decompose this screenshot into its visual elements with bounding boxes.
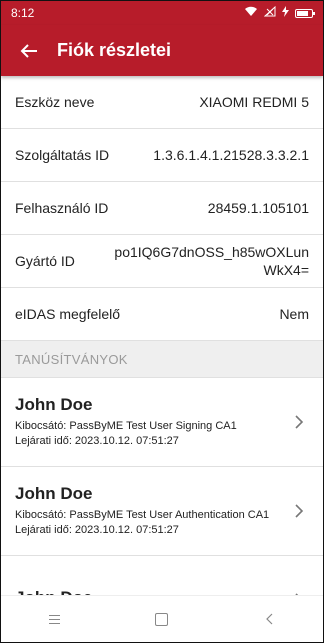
chevron-right-icon <box>289 409 309 435</box>
back-triangle-icon <box>266 613 273 625</box>
account-details: Eszköz neve XIAOMI REDMI 5 Szolgáltatás … <box>1 76 323 596</box>
certificate-expiry: Lejárati idő: 2023.10.12. 07:51:27 <box>15 524 179 536</box>
wifi-icon <box>244 6 258 20</box>
status-icons <box>244 5 315 20</box>
detail-label: Felhasználó ID <box>15 200 109 216</box>
certificate-name: John Doe <box>15 395 93 414</box>
detail-row-user-id: Felhasználó ID 28459.1.105101 <box>1 182 323 235</box>
battery-icon <box>295 8 315 18</box>
charging-icon <box>282 6 289 20</box>
certificate-expiry: Lejárati idő: 2023.10.12. 07:51:27 <box>15 435 179 447</box>
certificate-issuer: Kibocsátó: PassByME Test User Signing CA… <box>15 420 237 432</box>
certificate-name: John Doe <box>15 484 93 503</box>
detail-row-service-id: Szolgáltatás ID 1.3.6.1.4.1.21528.3.3.2.… <box>1 129 323 182</box>
system-nav-bar <box>1 595 323 642</box>
chevron-right-icon <box>289 498 309 524</box>
recents-button[interactable] <box>25 599 85 639</box>
certificate-item[interactable]: John Doe Kibocsátó: PassByME Test User S… <box>1 378 323 467</box>
arrow-left-icon <box>20 43 37 58</box>
detail-label: Gyártó ID <box>15 253 75 269</box>
detail-value: XIAOMI REDMI 5 <box>199 94 309 110</box>
status-time: 8:12 <box>11 6 35 20</box>
app-bar: Fiók részletei <box>1 25 323 76</box>
page-title: Fiók részletei <box>57 40 172 60</box>
certificate-item[interactable]: John Doe Kibocsátó: PassByME Test User A… <box>1 467 323 556</box>
certificates-section-header: TANÚSÍTVÁNYOK <box>1 341 323 378</box>
phone-screen: 8:12 Fiók részletei Eszköz neve XIAOMI R… <box>0 0 324 643</box>
detail-value: 28459.1.105101 <box>207 200 309 216</box>
home-icon <box>155 612 169 626</box>
system-back-button[interactable] <box>239 599 299 639</box>
detail-row-device-name: Eszköz neve XIAOMI REDMI 5 <box>1 76 323 129</box>
detail-value: 1.3.6.1.4.1.21528.3.3.2.1 <box>153 147 309 163</box>
detail-label: eIDAS megfelelő <box>15 306 121 322</box>
back-button[interactable] <box>1 25 57 76</box>
certificate-item[interactable]: John Doe <box>1 556 323 596</box>
detail-row-eidas: eIDAS megfelelő Nem <box>1 288 323 341</box>
certificate-issuer: Kibocsátó: PassByME Test User Authentica… <box>15 509 270 521</box>
status-bar: 8:12 <box>1 1 323 25</box>
signal-icon <box>263 5 276 20</box>
detail-row-vendor-id: Gyártó ID po1IQ6G7dnOSS_h85wOXLunWkX4= <box>1 235 323 288</box>
home-button[interactable] <box>132 599 192 639</box>
detail-label: Eszköz neve <box>15 94 95 110</box>
detail-label: Szolgáltatás ID <box>15 147 110 163</box>
detail-value: po1IQ6G7dnOSS_h85wOXLunWkX4= <box>114 244 309 278</box>
menu-icon <box>49 614 61 624</box>
detail-value: Nem <box>279 306 309 322</box>
